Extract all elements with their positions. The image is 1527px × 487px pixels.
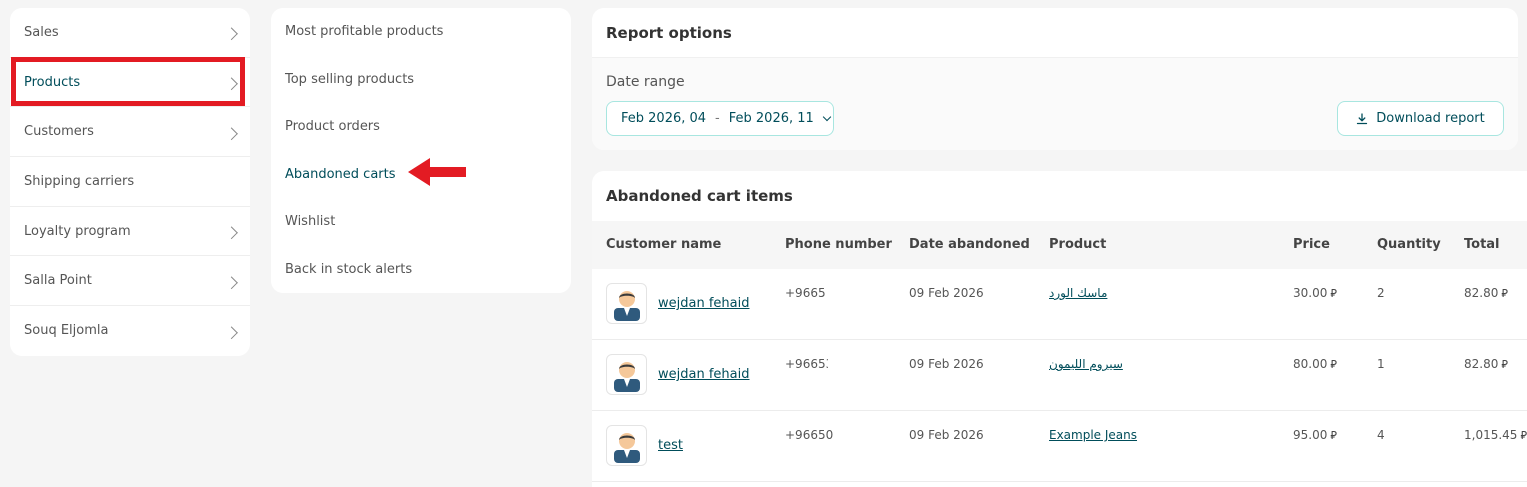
- category-label: Souq Eljomla: [24, 323, 109, 339]
- submenu-product-orders[interactable]: Product orders: [271, 103, 571, 151]
- chevron-right-icon: [225, 226, 238, 240]
- col-total[interactable]: Total: [1464, 237, 1500, 252]
- total: 82.80 ⃁: [1464, 357, 1508, 371]
- product-reports-submenu: Most profitable products Top selling pro…: [271, 8, 571, 293]
- category-salla-point[interactable]: Salla Point: [10, 256, 250, 307]
- report-options-title: Report options: [592, 8, 1518, 58]
- download-report-button[interactable]: Download report: [1337, 101, 1504, 136]
- category-label: Sales: [24, 24, 59, 40]
- download-report-label: Download report: [1376, 111, 1485, 126]
- abandoned-cart-panel: Abandoned cart items Customer name Phone…: [592, 171, 1527, 487]
- product-link[interactable]: ماسك الورد: [1049, 286, 1107, 300]
- riyal-icon: ⃁: [1330, 287, 1337, 300]
- submenu-wishlist[interactable]: Wishlist: [271, 198, 571, 246]
- table-row: test +96650 09 Feb 2026 Example Jeans 95…: [592, 411, 1527, 482]
- riyal-icon: ⃁: [1330, 358, 1337, 371]
- date-to: Feb 2026, 11: [728, 111, 814, 126]
- quantity: 2: [1377, 286, 1385, 300]
- table-row: wejdan fehaid +96653 09 Feb 2026 سيروم ا…: [592, 340, 1527, 411]
- col-product[interactable]: Product: [1049, 237, 1106, 252]
- category-label: Shipping carriers: [24, 173, 135, 189]
- riyal-icon: ⃁: [1330, 429, 1337, 442]
- phone-number: +96650: [785, 428, 834, 442]
- user-avatar-icon: [613, 290, 640, 321]
- redaction-mask: [832, 287, 844, 309]
- abandoned-cart-title: Abandoned cart items: [606, 187, 793, 205]
- chevron-right-icon: [225, 276, 238, 289]
- category-label: Products: [24, 74, 81, 90]
- user-avatar-icon: [613, 432, 640, 463]
- chevron-down-icon: [822, 112, 832, 122]
- category-shipping-carriers[interactable]: Shipping carriers: [10, 157, 250, 207]
- category-label: Salla Point: [24, 273, 92, 289]
- table-row: wejdan fehaid +9665 09 Feb 2026 ماسك الو…: [592, 269, 1527, 340]
- red-arrow-annotation-icon: [408, 158, 466, 186]
- price: 95.00 ⃁: [1293, 428, 1337, 442]
- customer-link[interactable]: test: [658, 438, 683, 453]
- total: 82.80 ⃁: [1464, 286, 1508, 300]
- report-category-nav: Sales Products Customers Shipping carrie…: [10, 8, 250, 356]
- phone-number: +96653: [785, 357, 834, 371]
- date-abandoned: 09 Feb 2026: [909, 357, 984, 371]
- quantity: 4: [1377, 428, 1385, 442]
- riyal-icon: ⃁: [1501, 358, 1508, 371]
- report-options-panel: Report options Date range Feb 2026, 04 -…: [592, 8, 1518, 150]
- col-phone-number[interactable]: Phone number: [785, 237, 892, 252]
- chevron-right-icon: [225, 326, 238, 340]
- date-separator: -: [715, 111, 720, 126]
- price: 80.00 ⃁: [1293, 357, 1337, 371]
- avatar: [606, 283, 647, 324]
- table-header: Customer name Phone number Date abandone…: [592, 221, 1527, 269]
- customer-link[interactable]: wejdan fehaid: [658, 296, 749, 311]
- submenu-top-selling[interactable]: Top selling products: [271, 56, 571, 104]
- category-label: Loyalty program: [24, 223, 131, 239]
- category-products[interactable]: Products: [10, 56, 250, 108]
- total: 1,015.45 ⃁: [1464, 428, 1527, 442]
- product-link[interactable]: Example Jeans: [1049, 428, 1137, 442]
- category-customers[interactable]: Customers: [10, 107, 250, 158]
- col-quantity[interactable]: Quantity: [1377, 237, 1441, 252]
- category-loyalty-program[interactable]: Loyalty program: [10, 207, 250, 257]
- col-date-abandoned[interactable]: Date abandoned: [909, 237, 1030, 252]
- date-range-picker[interactable]: Feb 2026, 04 - Feb 2026, 11: [606, 101, 834, 136]
- customer-link[interactable]: wejdan fehaid: [658, 367, 749, 382]
- category-souq-eljomla[interactable]: Souq Eljomla: [10, 306, 250, 356]
- date-abandoned: 09 Feb 2026: [909, 286, 984, 300]
- price: 30.00 ⃁: [1293, 286, 1337, 300]
- riyal-icon: ⃁: [1520, 429, 1527, 442]
- redaction-mask: [828, 346, 892, 382]
- date-abandoned: 09 Feb 2026: [909, 428, 984, 442]
- phone-number: +9665: [785, 286, 826, 300]
- chevron-right-icon: [225, 27, 238, 41]
- download-icon: [1356, 112, 1368, 125]
- chevron-right-icon: [225, 77, 238, 91]
- date-from: Feb 2026, 04: [621, 111, 707, 126]
- col-price[interactable]: Price: [1293, 237, 1330, 252]
- submenu-back-in-stock[interactable]: Back in stock alerts: [271, 246, 571, 294]
- avatar: [606, 425, 647, 466]
- product-link[interactable]: سيروم الليمون: [1049, 357, 1123, 371]
- category-sales[interactable]: Sales: [10, 8, 250, 58]
- col-customer-name[interactable]: Customer name: [606, 237, 721, 252]
- riyal-icon: ⃁: [1501, 287, 1508, 300]
- category-label: Customers: [24, 124, 94, 140]
- submenu-most-profitable[interactable]: Most profitable products: [271, 8, 571, 56]
- date-range-label: Date range: [606, 74, 685, 90]
- user-avatar-icon: [613, 361, 640, 392]
- avatar: [606, 354, 647, 395]
- quantity: 1: [1377, 357, 1385, 371]
- chevron-right-icon: [225, 127, 238, 140]
